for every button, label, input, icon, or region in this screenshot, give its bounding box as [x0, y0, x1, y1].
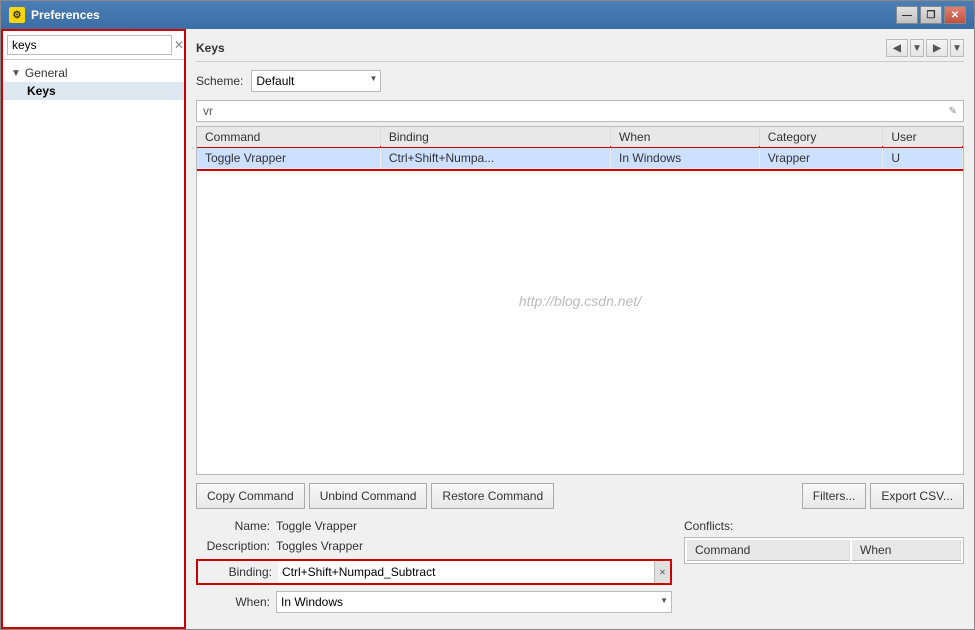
tree-child-label: Keys — [27, 84, 56, 98]
name-value: Toggle Vrapper — [276, 519, 357, 533]
col-when: When — [611, 127, 760, 148]
conflicts-header-row: Command When — [687, 540, 961, 561]
binding-input[interactable] — [278, 561, 654, 583]
filter-text: vr — [203, 104, 213, 118]
forward-button[interactable]: ▶ — [926, 39, 948, 57]
when-label: When: — [196, 595, 276, 609]
conflicts-col-command: Command — [687, 540, 850, 561]
scheme-select-wrapper: Default — [251, 70, 381, 92]
copy-command-button[interactable]: Copy Command — [196, 483, 305, 509]
search-bar: ✕ — [3, 31, 184, 60]
tree-item-general[interactable]: ▼ General — [3, 64, 184, 82]
filter-box: vr ✎ — [196, 100, 964, 122]
filter-edit-icon[interactable]: ✎ — [949, 106, 957, 117]
col-command: Command — [197, 127, 380, 148]
restore-command-button[interactable]: Restore Command — [431, 483, 554, 509]
table-row[interactable]: Toggle VrapperCtrl+Shift+Numpa...In Wind… — [197, 148, 963, 169]
sidebar: ✕ ▼ General Keys — [1, 29, 186, 629]
col-category: Category — [759, 127, 883, 148]
title-bar: ⚙ Preferences — ❐ ✕ — [1, 1, 974, 29]
tree-item-keys[interactable]: Keys — [3, 82, 184, 100]
window-icon: ⚙ — [9, 7, 25, 23]
description-label: Description: — [196, 539, 276, 553]
details-right: Conflicts: Command When — [684, 519, 964, 619]
search-input[interactable] — [7, 35, 172, 55]
scheme-label: Scheme: — [196, 74, 243, 88]
main-panel: Keys ◀ ▼ ▶ ▼ Scheme: Default — [186, 29, 974, 629]
watermark: http://blog.csdn.net/ — [519, 293, 641, 309]
when-row: When: In Windows In Dialogs Always — [196, 591, 672, 613]
minimize-button[interactable]: — — [896, 6, 918, 24]
commands-table: Command Binding When Category User Toggl… — [197, 127, 963, 169]
scheme-select[interactable]: Default — [251, 70, 381, 92]
conflicts-table: Command When — [684, 537, 964, 564]
details-left: Name: Toggle Vrapper Description: Toggle… — [196, 519, 672, 619]
search-clear-icon[interactable]: ✕ — [174, 37, 184, 53]
close-button[interactable]: ✕ — [944, 6, 966, 24]
main-header: Keys ◀ ▼ ▶ ▼ — [196, 39, 964, 62]
table-header-row: Command Binding When Category User — [197, 127, 963, 148]
export-csv-button[interactable]: Export CSV... — [870, 483, 964, 509]
back-button[interactable]: ◀ — [886, 39, 908, 57]
scheme-row: Scheme: Default — [196, 70, 964, 92]
tree-parent-label: General — [25, 66, 68, 80]
conflicts-label: Conflicts: — [684, 519, 964, 533]
tree-arrow-icon: ▼ — [11, 68, 21, 79]
when-select-wrapper: In Windows In Dialogs Always — [276, 591, 672, 613]
conflicts-col-when: When — [852, 540, 961, 561]
binding-row: Binding: ✕ — [196, 559, 672, 585]
col-binding: Binding — [380, 127, 610, 148]
name-row: Name: Toggle Vrapper — [196, 519, 672, 533]
description-row: Description: Toggles Vrapper — [196, 539, 672, 553]
restore-button[interactable]: ❐ — [920, 6, 942, 24]
page-title: Keys — [196, 41, 225, 55]
name-label: Name: — [196, 519, 276, 533]
binding-label: Binding: — [198, 565, 278, 579]
when-select[interactable]: In Windows In Dialogs Always — [276, 591, 672, 613]
window-title: Preferences — [31, 8, 896, 22]
window-controls: — ❐ ✕ — [896, 6, 966, 24]
back-dropdown-button[interactable]: ▼ — [910, 39, 924, 57]
buttons-row: Copy Command Unbind Command Restore Comm… — [196, 483, 964, 509]
forward-dropdown-button[interactable]: ▼ — [950, 39, 964, 57]
binding-clear-button[interactable]: ✕ — [654, 561, 670, 583]
nav-arrows: ◀ ▼ ▶ ▼ — [886, 39, 964, 57]
content-area: ✕ ▼ General Keys Keys ◀ ▼ ▶ — [1, 29, 974, 629]
table-container: Command Binding When Category User Toggl… — [196, 126, 964, 475]
description-value: Toggles Vrapper — [276, 539, 363, 553]
preferences-window: ⚙ Preferences — ❐ ✕ ✕ ▼ General Keys — [0, 0, 975, 630]
filters-button[interactable]: Filters... — [802, 483, 867, 509]
details-section: Name: Toggle Vrapper Description: Toggle… — [196, 519, 964, 619]
col-user: User — [883, 127, 963, 148]
unbind-command-button[interactable]: Unbind Command — [309, 483, 428, 509]
tree: ▼ General Keys — [3, 60, 184, 104]
